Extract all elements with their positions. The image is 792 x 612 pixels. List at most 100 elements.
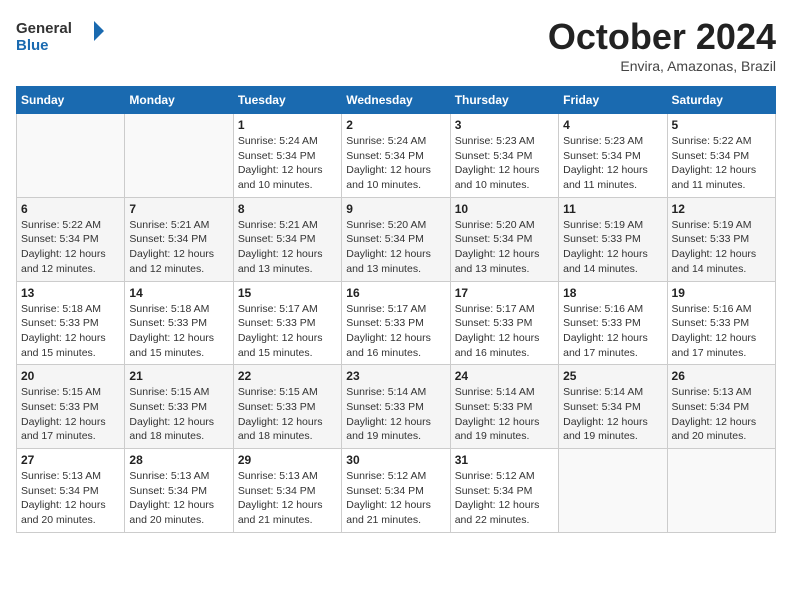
calendar-cell: 9Sunrise: 5:20 AMSunset: 5:34 PMDaylight… <box>342 197 450 281</box>
svg-text:Blue: Blue <box>16 37 49 54</box>
calendar-cell: 26 Sunrise: 5:13 AMSunset: 5:34 PMDayligh… <box>667 365 775 449</box>
calendar-cell: 16 Sunrise: 5:17 AMSunset: 5:33 PMDayligh… <box>342 281 450 365</box>
day-info: Sunrise: 5:23 AMSunset: 5:34 PMDaylight:… <box>563 134 662 193</box>
calendar-cell: 2 Sunrise: 5:24 AMSunset: 5:34 PMDaylight… <box>342 114 450 198</box>
day-info: Sunrise: 5:19 AMSunset: 5:33 PMDaylight:… <box>672 218 771 277</box>
day-info: Sunrise: 5:21 AMSunset: 5:34 PMDaylight:… <box>129 218 228 277</box>
calendar-cell: 13Sunrise: 5:18 AMSunset: 5:33 PMDayligh… <box>17 281 125 365</box>
calendar-cell: 18 Sunrise: 5:16 AMSunset: 5:33 PMDayligh… <box>559 281 667 365</box>
calendar-cell: 4 Sunrise: 5:23 AMSunset: 5:34 PMDaylight… <box>559 114 667 198</box>
day-number: 16 <box>346 286 445 300</box>
day-number: 1 <box>238 118 337 132</box>
day-number: 28 <box>129 453 228 467</box>
calendar-cell: 14 Sunrise: 5:18 AMSunset: 5:33 PMDayligh… <box>125 281 233 365</box>
week-row-1: 1 Sunrise: 5:24 AMSunset: 5:34 PMDaylight… <box>17 114 776 198</box>
calendar-cell: 22 Sunrise: 5:15 AMSunset: 5:33 PMDayligh… <box>233 365 341 449</box>
day-info: Sunrise: 5:17 AMSunset: 5:33 PMDaylight:… <box>455 302 554 361</box>
day-number: 14 <box>129 286 228 300</box>
calendar-cell: 15Sunrise: 5:17 AMSunset: 5:33 PMDayligh… <box>233 281 341 365</box>
week-row-4: 20 Sunrise: 5:15 AMSunset: 5:33 PMDayligh… <box>17 365 776 449</box>
day-info: Sunrise: 5:20 AMSunset: 5:34 PMDaylight:… <box>455 218 554 277</box>
calendar: SundayMondayTuesdayWednesdayThursdayFrid… <box>16 86 776 533</box>
calendar-cell: 24 Sunrise: 5:14 AMSunset: 5:33 PMDayligh… <box>450 365 558 449</box>
day-info: Sunrise: 5:24 AMSunset: 5:34 PMDaylight:… <box>238 134 337 193</box>
weekday-header-tuesday: Tuesday <box>233 87 341 114</box>
weekday-header-wednesday: Wednesday <box>342 87 450 114</box>
day-number: 17 <box>455 286 554 300</box>
month-title: October 2024 <box>548 16 776 58</box>
day-number: 24 <box>455 369 554 383</box>
day-number: 5 <box>672 118 771 132</box>
calendar-cell: 21 Sunrise: 5:15 AMSunset: 5:33 PMDayligh… <box>125 365 233 449</box>
weekday-header-monday: Monday <box>125 87 233 114</box>
day-info: Sunrise: 5:18 AMSunset: 5:33 PMDaylight:… <box>129 302 228 361</box>
day-info: Sunrise: 5:16 AMSunset: 5:33 PMDaylight:… <box>672 302 771 361</box>
day-info: Sunrise: 5:15 AMSunset: 5:33 PMDaylight:… <box>238 385 337 444</box>
day-info: Sunrise: 5:22 AMSunset: 5:34 PMDaylight:… <box>672 134 771 193</box>
day-info: Sunrise: 5:22 AMSunset: 5:34 PMDaylight:… <box>21 218 120 277</box>
weekday-header-saturday: Saturday <box>667 87 775 114</box>
day-number: 21 <box>129 369 228 383</box>
day-info: Sunrise: 5:13 AMSunset: 5:34 PMDaylight:… <box>672 385 771 444</box>
week-row-3: 13 Sunrise: 5:18 AMSunset: 5:33 PMDayligh… <box>17 281 776 365</box>
title-block: October 2024 Envira, Amazonas, Brazil <box>548 16 776 74</box>
calendar-cell: 11Sunrise: 5:19 AMSunset: 5:33 PMDayligh… <box>559 197 667 281</box>
day-number: 7 <box>129 202 228 216</box>
day-number: 13 <box>21 286 120 300</box>
day-number: 19 <box>672 286 771 300</box>
day-info: Sunrise: 5:13 AMSunset: 5:34 PMDaylight:… <box>238 469 337 528</box>
day-info: Sunrise: 5:21 AMSunset: 5:34 PMDaylight:… <box>238 218 337 277</box>
day-info: Sunrise: 5:14 AMSunset: 5:33 PMDaylight:… <box>346 385 445 444</box>
day-number: 2 <box>346 118 445 132</box>
day-info: Sunrise: 5:14 AMSunset: 5:34 PMDaylight:… <box>563 385 662 444</box>
day-number: 4 <box>563 118 662 132</box>
logo-svg: General Blue <box>16 16 106 56</box>
calendar-cell: 17 Sunrise: 5:17 AMSunset: 5:33 PMDayligh… <box>450 281 558 365</box>
calendar-cell <box>559 449 667 533</box>
calendar-cell: 20Sunrise: 5:15 AMSunset: 5:33 PMDayligh… <box>17 365 125 449</box>
logo: General Blue <box>16 16 106 56</box>
weekday-header-sunday: Sunday <box>17 87 125 114</box>
calendar-cell: 1 Sunrise: 5:24 AMSunset: 5:34 PMDaylight… <box>233 114 341 198</box>
calendar-cell: 28 Sunrise: 5:13 AMSunset: 5:34 PMDayligh… <box>125 449 233 533</box>
day-info: Sunrise: 5:13 AMSunset: 5:34 PMDaylight:… <box>129 469 228 528</box>
day-info: Sunrise: 5:17 AMSunset: 5:33 PMDaylight:… <box>346 302 445 361</box>
svg-text:General: General <box>16 20 72 37</box>
day-info: Sunrise: 5:13 AMSunset: 5:34 PMDaylight:… <box>21 469 120 528</box>
day-number: 31 <box>455 453 554 467</box>
page-header: General Blue October 2024 Envira, Amazon… <box>16 16 776 74</box>
day-number: 25 <box>563 369 662 383</box>
calendar-cell: 10 Sunrise: 5:20 AMSunset: 5:34 PMDayligh… <box>450 197 558 281</box>
day-number: 10 <box>455 202 554 216</box>
day-number: 18 <box>563 286 662 300</box>
day-number: 30 <box>346 453 445 467</box>
calendar-cell: 5 Sunrise: 5:22 AMSunset: 5:34 PMDaylight… <box>667 114 775 198</box>
calendar-cell: 31 Sunrise: 5:12 AMSunset: 5:34 PMDayligh… <box>450 449 558 533</box>
week-row-2: 6 Sunrise: 5:22 AMSunset: 5:34 PMDaylight… <box>17 197 776 281</box>
day-info: Sunrise: 5:16 AMSunset: 5:33 PMDaylight:… <box>563 302 662 361</box>
day-info: Sunrise: 5:23 AMSunset: 5:34 PMDaylight:… <box>455 134 554 193</box>
day-number: 20 <box>21 369 120 383</box>
calendar-cell <box>17 114 125 198</box>
week-row-5: 27Sunrise: 5:13 AMSunset: 5:34 PMDayligh… <box>17 449 776 533</box>
day-number: 11 <box>563 202 662 216</box>
calendar-cell: 12Sunrise: 5:19 AMSunset: 5:33 PMDayligh… <box>667 197 775 281</box>
day-info: Sunrise: 5:17 AMSunset: 5:33 PMDaylight:… <box>238 302 337 361</box>
location: Envira, Amazonas, Brazil <box>548 58 776 74</box>
day-info: Sunrise: 5:24 AMSunset: 5:34 PMDaylight:… <box>346 134 445 193</box>
day-number: 29 <box>238 453 337 467</box>
calendar-cell: 25 Sunrise: 5:14 AMSunset: 5:34 PMDayligh… <box>559 365 667 449</box>
day-number: 6 <box>21 202 120 216</box>
calendar-cell: 23Sunrise: 5:14 AMSunset: 5:33 PMDayligh… <box>342 365 450 449</box>
day-number: 22 <box>238 369 337 383</box>
calendar-cell: 6 Sunrise: 5:22 AMSunset: 5:34 PMDaylight… <box>17 197 125 281</box>
day-number: 3 <box>455 118 554 132</box>
calendar-cell: 27Sunrise: 5:13 AMSunset: 5:34 PMDayligh… <box>17 449 125 533</box>
weekday-header-friday: Friday <box>559 87 667 114</box>
day-number: 26 <box>672 369 771 383</box>
day-info: Sunrise: 5:12 AMSunset: 5:34 PMDaylight:… <box>455 469 554 528</box>
day-info: Sunrise: 5:15 AMSunset: 5:33 PMDaylight:… <box>129 385 228 444</box>
day-info: Sunrise: 5:14 AMSunset: 5:33 PMDaylight:… <box>455 385 554 444</box>
calendar-cell: 7 Sunrise: 5:21 AMSunset: 5:34 PMDaylight… <box>125 197 233 281</box>
calendar-cell: 3 Sunrise: 5:23 AMSunset: 5:34 PMDaylight… <box>450 114 558 198</box>
